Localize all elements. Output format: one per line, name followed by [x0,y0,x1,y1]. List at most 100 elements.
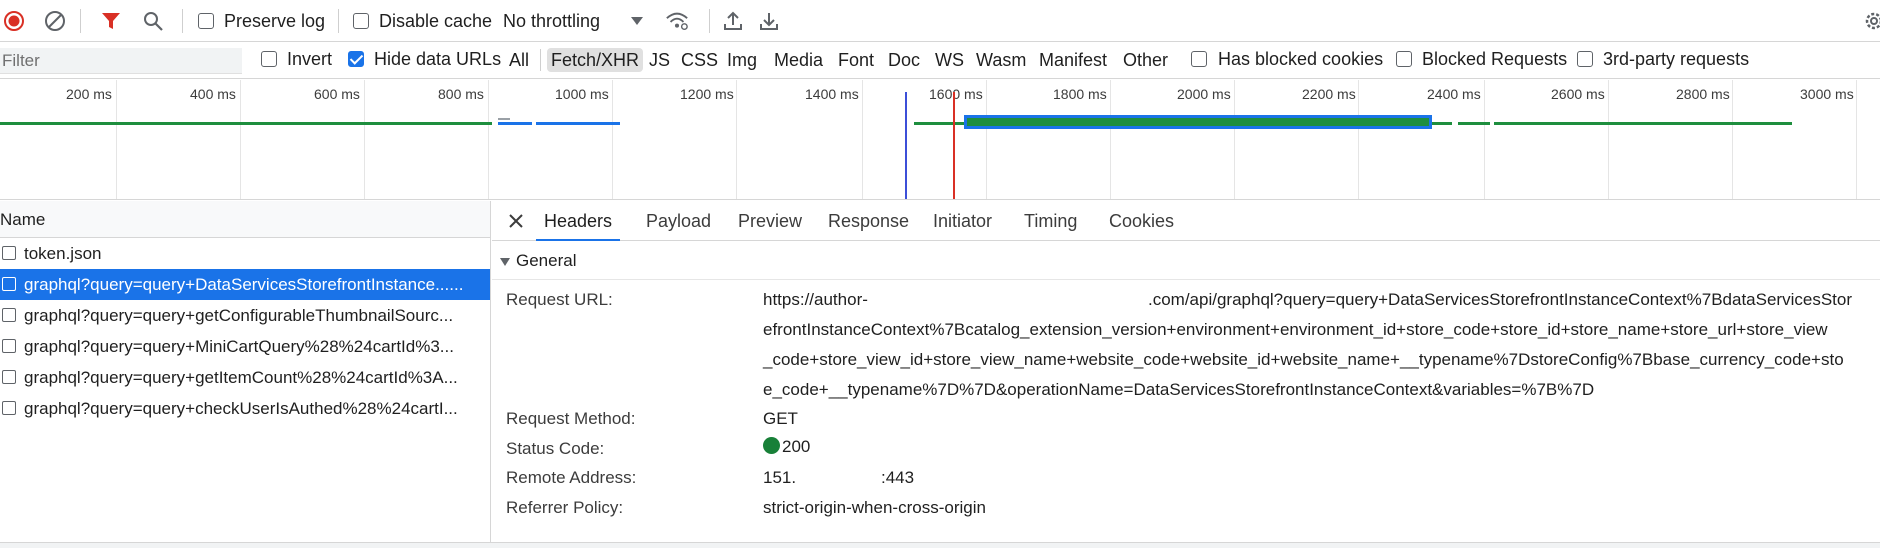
blocked-requests-label[interactable]: Blocked Requests [1422,49,1567,70]
toolbar-divider [338,9,339,33]
type-filter-media[interactable]: Media [770,48,827,72]
timeline-gridline [736,80,737,199]
third-party-requests-label[interactable]: 3rd-party requests [1603,49,1749,70]
toolbar-divider [709,9,710,33]
type-filter-ws[interactable]: WS [931,48,968,72]
status-ok-icon [763,437,780,454]
request-row[interactable]: graphql?query=query+MiniCartQuery%28%24c… [0,331,490,362]
name-column-header[interactable]: Name [0,201,490,238]
disable-cache-label[interactable]: Disable cache [379,11,492,32]
timeline-tick-label: 1800 ms [1053,86,1107,102]
row-checkbox[interactable] [2,246,16,260]
timeline-tick-label: 2800 ms [1676,86,1730,102]
row-checkbox[interactable] [2,401,16,415]
timeline-gridline [240,80,241,199]
status-code-key: Status Code: [506,439,605,458]
remote-address-port: :443 [881,468,915,487]
timeline-tick-label: 2600 ms [1551,86,1605,102]
general-section-title: General [516,251,577,270]
timeline-tick-label: 600 ms [314,86,360,102]
has-blocked-cookies-label[interactable]: Has blocked cookies [1218,49,1383,70]
preserve-log-checkbox[interactable] [198,13,214,29]
timeline-gridline [1358,80,1359,199]
status-code-value: 200 [782,437,811,456]
stop-recording-icon[interactable] [2,9,26,33]
referrer-policy-key: Referrer Policy: [506,498,624,517]
type-filter-fetch-xhr[interactable]: Fetch/XHR [547,48,644,72]
remote-address-prefix: 151. [763,468,797,487]
request-url-value-line-1: https://author- [763,290,868,309]
network-conditions-icon[interactable] [665,9,689,33]
type-filter-manifest[interactable]: Manifest [1035,48,1111,72]
disable-cache-checkbox[interactable] [353,13,369,29]
tab-timing[interactable]: Timing [1016,201,1085,241]
type-filter-doc[interactable]: Doc [884,48,924,72]
type-filter-font[interactable]: Font [834,48,878,72]
row-checkbox[interactable] [2,277,16,291]
tab-headers[interactable]: Headers [536,201,621,241]
timeline-gridline [1110,80,1111,199]
request-method-key: Request Method: [506,409,636,428]
request-row[interactable]: graphql?query=query+getItemCount%28%24ca… [0,362,490,393]
blocked-requests-checkbox[interactable] [1396,51,1412,67]
request-list: Name token.json graphql?query=query+Data… [0,201,491,548]
preserve-log-label[interactable]: Preserve log [224,11,325,32]
import-har-icon[interactable] [721,9,745,33]
invert-label[interactable]: Invert [287,49,332,70]
request-url-value-line-3: _code+store_view_id+store_view_name+webs… [763,350,1844,369]
timeline-tick-label: 3000 ms [1800,86,1854,102]
filter-input[interactable] [0,48,242,74]
tab-preview[interactable]: Preview [730,201,810,241]
request-row[interactable]: graphql?query=query+checkUserIsAuthed%28… [0,393,490,424]
timeline-gridline [488,80,489,199]
hide-data-urls-label[interactable]: Hide data URLs [374,49,501,70]
timeline-tick-label: 1000 ms [555,86,609,102]
toolbar-divider [80,9,81,33]
type-filter-js[interactable]: JS [645,48,674,72]
timeline-tick-label: 1600 ms [929,86,983,102]
clear-icon[interactable] [43,9,67,33]
timeline-tick-label: 200 ms [66,86,112,102]
tab-cookies[interactable]: Cookies [1101,201,1182,241]
request-row[interactable]: token.json [0,238,490,269]
tab-initiator[interactable]: Initiator [925,201,1000,241]
timeline-gridline [364,80,365,199]
request-name: graphql?query=query+MiniCartQuery%28%24c… [24,337,454,356]
type-filter-other[interactable]: Other [1119,48,1172,72]
network-overview-timeline[interactable]: 200 ms 400 ms 600 ms 800 ms 1000 ms 1200… [0,80,1880,200]
settings-gear-icon[interactable] [1862,9,1880,33]
export-har-icon[interactable] [757,9,781,33]
tab-response[interactable]: Response [820,201,917,241]
request-row-selected[interactable]: graphql?query=query+DataServicesStorefro… [0,269,490,300]
type-filter-wasm[interactable]: Wasm [972,48,1030,72]
tab-payload[interactable]: Payload [638,201,719,241]
request-url-value-line-1-tail: .com/api/graphql?query=query+DataService… [1148,290,1852,309]
has-blocked-cookies-checkbox[interactable] [1191,51,1207,67]
general-section-header[interactable]: General [492,242,1880,280]
timeline-request-bar [498,118,510,120]
invert-checkbox[interactable] [261,51,277,67]
timeline-request-bar [0,122,492,125]
chevron-down-icon[interactable] [625,9,649,33]
timeline-gridline [1484,80,1485,199]
panel-bottom-border [0,542,1880,548]
hide-data-urls-checkbox[interactable] [348,51,364,67]
row-checkbox[interactable] [2,370,16,384]
row-checkbox[interactable] [2,308,16,322]
type-filter-css[interactable]: CSS [677,48,722,72]
close-icon[interactable] [506,211,526,231]
request-row[interactable]: graphql?query=query+getConfigurableThumb… [0,300,490,331]
filter-icon[interactable] [99,9,123,33]
timeline-gridline [1234,80,1235,199]
timeline-request-bar [498,122,532,125]
third-party-requests-checkbox[interactable] [1577,51,1593,67]
timeline-request-bar [914,122,966,125]
throttling-select[interactable]: No throttling [503,11,600,32]
timeline-gridline [1856,80,1857,199]
type-filter-img[interactable]: Img [723,48,761,72]
search-icon[interactable] [141,9,165,33]
row-checkbox[interactable] [2,339,16,353]
type-filter-all[interactable]: All [505,48,533,72]
timeline-gridline [1732,80,1733,199]
timeline-request-bar [1494,122,1792,125]
